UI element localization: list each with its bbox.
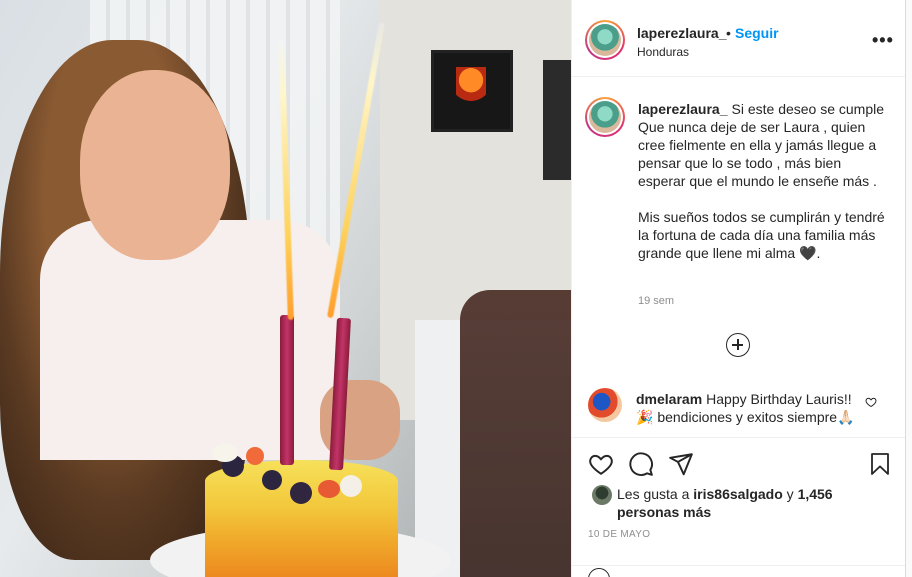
bookmark-icon[interactable] — [868, 451, 892, 477]
comment-icon[interactable] — [628, 451, 654, 477]
liker-username[interactable]: iris86salgado — [693, 486, 783, 502]
post-actions: Les gusta a iris86salgado y 1,456 person… — [572, 438, 906, 577]
comment-item: dmelaram Happy Birthday Lauris!! 🎉 bendic… — [636, 390, 866, 426]
likes-prefix: Les gusta a — [617, 486, 690, 502]
fruit-topping — [318, 480, 340, 498]
caption-paragraph-2: Mis sueños todos se cumplirán y tendré l… — [638, 209, 885, 261]
wooden-chair — [460, 290, 571, 577]
comment-username[interactable]: dmelaram — [636, 391, 702, 407]
woman-face — [80, 70, 230, 260]
fruit-topping — [212, 444, 238, 462]
post-side-panel: laperezlaura_ • Seguir Honduras ••• lape… — [571, 0, 906, 577]
liker-avatar[interactable] — [592, 485, 612, 505]
modal-edge — [905, 0, 912, 577]
follow-button[interactable]: Seguir — [735, 25, 779, 41]
fruit-topping — [262, 470, 282, 490]
post-caption: laperezlaura_ Si este deseo se cumple Que… — [638, 100, 888, 262]
wall-painting — [543, 60, 571, 180]
fruit-topping — [290, 482, 312, 504]
caption-author-avatar[interactable] — [585, 97, 625, 137]
likes-summary: Les gusta a iris86salgado y 1,456 person… — [617, 485, 837, 521]
fruit-topping — [340, 475, 362, 497]
caption-timestamp[interactable]: 19 sem — [638, 295, 674, 307]
sparkler-candle-left — [280, 315, 294, 465]
fruit-topping — [246, 447, 264, 465]
add-comment-divider — [572, 565, 906, 566]
heart-icon[interactable] — [588, 451, 614, 477]
birthday-cake — [205, 460, 398, 577]
more-options-icon[interactable]: ••• — [872, 30, 894, 51]
post-header: laperezlaura_ • Seguir Honduras ••• — [572, 0, 906, 77]
comments-section: laperezlaura_ Si este deseo se cumple Que… — [572, 78, 906, 438]
emoji-icon[interactable] — [588, 568, 610, 577]
send-icon[interactable] — [668, 451, 694, 477]
white-shirt — [40, 220, 340, 460]
post-photo[interactable] — [0, 0, 571, 577]
bird-of-paradise-painting — [431, 50, 513, 132]
post-date[interactable]: 10 DE MAYO — [588, 529, 650, 540]
plus-circle-icon[interactable] — [726, 333, 750, 357]
follow-separator: • — [726, 25, 731, 41]
commenter-avatar[interactable] — [588, 388, 622, 422]
author-avatar[interactable] — [585, 20, 625, 60]
likes-connector: y — [786, 486, 794, 502]
post-location[interactable]: Honduras — [637, 45, 689, 59]
comment-like-heart-icon[interactable] — [865, 396, 877, 408]
caption-username[interactable]: laperezlaura_ — [638, 101, 728, 117]
author-username[interactable]: laperezlaura_ — [637, 25, 727, 41]
